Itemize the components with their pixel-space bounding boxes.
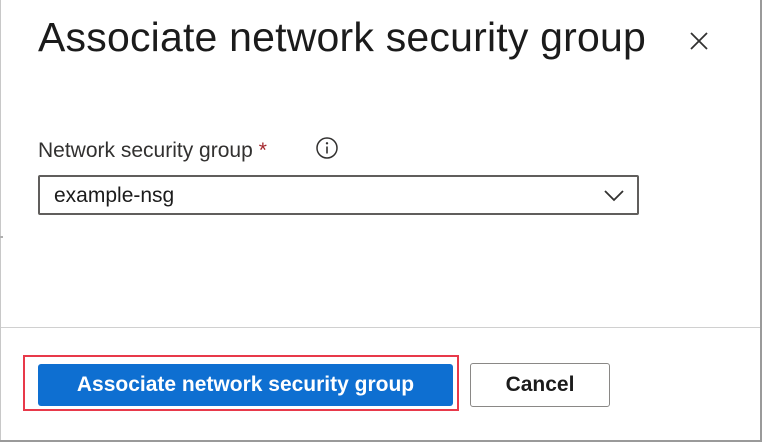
close-button[interactable]: [684, 26, 714, 56]
cancel-button[interactable]: Cancel: [470, 363, 610, 407]
nsg-dropdown-value: example-nsg: [54, 184, 175, 207]
nsg-field-label: Network security group *: [38, 139, 267, 163]
page-title: Associate network security group: [38, 14, 647, 60]
nsg-field-label-text: Network security group: [38, 139, 253, 162]
divider-tick: [0, 236, 3, 238]
required-marker: *: [258, 139, 267, 162]
associate-nsg-button[interactable]: Associate network security group: [38, 364, 453, 406]
panel-left-edge: [0, 0, 1, 442]
associate-nsg-panel: Associate network security group Network…: [0, 0, 762, 442]
info-icon-graphic: [316, 137, 338, 159]
info-icon[interactable]: [315, 136, 339, 160]
footer-divider: [1, 327, 760, 328]
close-icon: [690, 32, 708, 50]
chevron-down-icon: [604, 190, 624, 202]
nsg-dropdown[interactable]: example-nsg: [38, 175, 639, 215]
